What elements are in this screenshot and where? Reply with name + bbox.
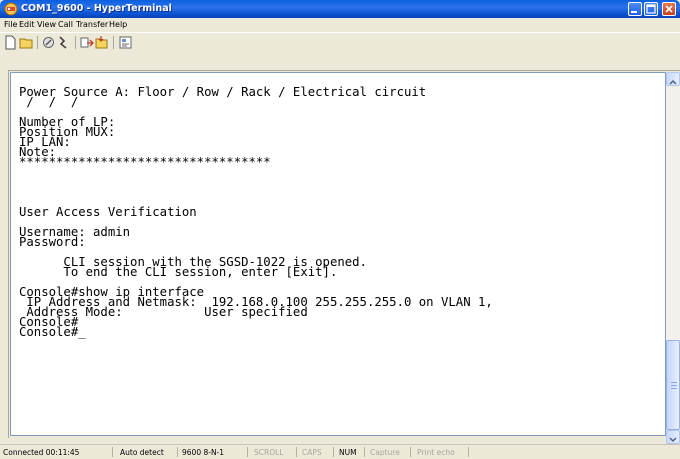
terminal-line: User Access Verification: [19, 205, 197, 219]
status-separator: [468, 447, 469, 457]
arrow-up-icon: [669, 79, 677, 85]
status-scroll: SCROLL: [254, 448, 284, 457]
status-separator: [177, 447, 178, 457]
toolbar-separator: [113, 36, 114, 49]
status-params: 9600 8-N-1: [182, 448, 225, 457]
new-connection-icon[interactable]: [3, 35, 18, 50]
vertical-scrollbar[interactable]: [666, 72, 680, 444]
terminal-output[interactable]: Power Source A: Floor / Row / Rack / Ele…: [19, 85, 659, 432]
status-capture: Capture: [370, 448, 400, 457]
status-separator: [333, 447, 334, 457]
minimize-button[interactable]: [628, 2, 642, 16]
terminal-line: Console#_: [19, 325, 86, 339]
dial-icon[interactable]: [56, 35, 71, 50]
receive-icon[interactable]: [94, 35, 109, 50]
close-button[interactable]: [662, 2, 676, 16]
menu-bar: File Edit View Call Transfer Help: [0, 18, 680, 32]
grip-line: [671, 388, 677, 389]
disconnect-icon[interactable]: [41, 35, 56, 50]
status-bar: Connected 00:11:45 Auto detect 9600 8-N-…: [0, 444, 680, 459]
window-title: COM1_9600 - HyperTerminal: [21, 3, 172, 14]
menu-call[interactable]: Call: [58, 19, 73, 31]
terminal-line: Username: admin: [19, 225, 131, 239]
maximize-button[interactable]: [644, 2, 658, 16]
maximize-icon: [646, 4, 656, 14]
terminal-line: IP LAN:: [19, 135, 71, 149]
menu-view[interactable]: View: [37, 19, 56, 31]
toolbar-separator: [37, 36, 38, 49]
scroll-up-button[interactable]: [666, 72, 680, 86]
grip-line: [671, 385, 677, 386]
title-bar[interactable]: COM1_9600 - HyperTerminal: [0, 0, 680, 18]
terminal-line: **********************************: [19, 155, 271, 169]
properties-icon[interactable]: [118, 35, 133, 50]
status-caps: CAPS: [302, 448, 322, 457]
grip-line: [671, 382, 677, 383]
toolbar-separator: [75, 36, 76, 49]
status-separator: [410, 447, 411, 457]
hyperterminal-window: COM1_9600 - HyperTerminal File Edit View…: [0, 0, 680, 459]
status-separator: [364, 447, 365, 457]
open-icon[interactable]: [19, 35, 34, 50]
close-icon: [665, 5, 673, 13]
status-separator: [112, 447, 113, 457]
menu-edit[interactable]: Edit: [19, 19, 35, 31]
toolbar: [0, 32, 680, 53]
status-detect: Auto detect: [120, 448, 164, 457]
terminal-line: Position MUX:: [19, 125, 116, 139]
status-num: NUM: [339, 448, 357, 457]
app-icon: [4, 2, 18, 16]
menu-help[interactable]: Help: [109, 19, 127, 31]
terminal-line: Number of LP:: [19, 115, 116, 129]
terminal-line: Power Source A: Floor / Row / Rack / Ele…: [19, 85, 427, 99]
menu-file[interactable]: File: [4, 19, 17, 31]
scroll-thumb[interactable]: [666, 340, 680, 430]
status-connected: Connected 00:11:45: [3, 448, 80, 457]
scroll-down-button[interactable]: [666, 430, 680, 444]
status-separator: [296, 447, 297, 457]
send-icon[interactable]: [79, 35, 94, 50]
status-print-echo: Print echo: [417, 448, 455, 457]
status-separator: [247, 447, 248, 457]
menu-transfer[interactable]: Transfer: [76, 19, 108, 31]
minimize-icon: [631, 11, 637, 13]
